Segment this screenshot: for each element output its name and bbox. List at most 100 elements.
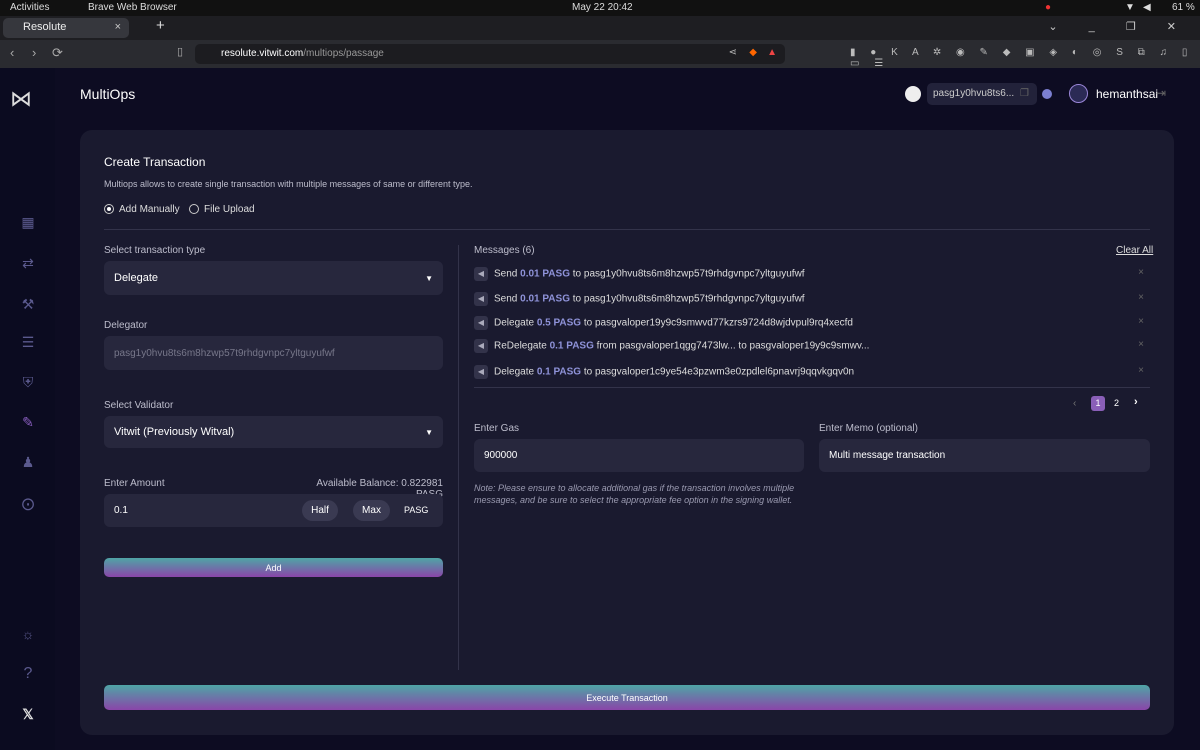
memo-input[interactable]: Multi message transaction: [819, 439, 1150, 472]
gas-value: 900000: [484, 450, 518, 461]
close-tab-icon[interactable]: ×: [115, 21, 121, 33]
column-divider: [458, 245, 459, 670]
os-topbar: Activities Brave Web Browser May 22 20:4…: [0, 0, 1200, 16]
message-type-icon: ◀: [474, 267, 488, 281]
lightbulb-icon[interactable]: ☼: [18, 626, 38, 642]
amount-label: Enter Amount: [104, 478, 165, 489]
message-type-icon: ◀: [474, 339, 488, 353]
help-icon[interactable]: ?: [18, 665, 38, 683]
prev-page-button[interactable]: ‹: [1073, 398, 1076, 409]
execute-transaction-button[interactable]: Execute Transaction: [104, 685, 1150, 710]
reload-icon[interactable]: ⟳: [52, 45, 63, 61]
resolute-logo-icon[interactable]: ⋈: [10, 86, 32, 112]
message-amount: 0.1 PASG: [549, 340, 594, 352]
activities-button[interactable]: Activities: [10, 2, 49, 13]
message-detail: to pasg1y0hvu8ts6m8hzwp57t9rhdgvnpc7yltg…: [572, 293, 805, 305]
back-icon[interactable]: ‹: [10, 45, 14, 60]
address-bar[interactable]: resolute.vitwit.com/multiops/passage ⋖ ◆…: [195, 44, 785, 64]
message-type-icon: ◀: [474, 365, 488, 379]
user-check-icon[interactable]: ♟: [18, 454, 38, 471]
clock[interactable]: May 22 20:42: [572, 2, 633, 13]
memo-value: Multi message transaction: [829, 450, 946, 461]
message-amount: 0.1 PASG: [536, 366, 582, 378]
half-button[interactable]: Half: [302, 500, 338, 521]
volume-icon: ◀: [1143, 2, 1151, 13]
messages-header: Messages (6): [474, 245, 535, 256]
amount-input[interactable]: 0.1: [104, 494, 443, 527]
shield-icon[interactable]: ⛨: [18, 374, 38, 391]
avatar[interactable]: [1069, 84, 1088, 103]
message-detail: to pasg1y0hvu8ts6m8hzwp57t9rhdgvnpc7yltg…: [572, 268, 805, 280]
forward-icon[interactable]: ›: [32, 45, 36, 60]
caret-down-icon: ▼: [425, 427, 433, 437]
remove-message-icon[interactable]: ×: [1138, 365, 1144, 376]
max-button[interactable]: Max: [353, 500, 390, 521]
tx-type-select[interactable]: Delegate ▼: [104, 261, 443, 295]
caret-down-icon: ▼: [425, 273, 433, 283]
radio-icon: [189, 204, 199, 215]
share-icon[interactable]: ⋖: [729, 47, 737, 58]
message-type: Send: [494, 293, 518, 305]
memo-label: Enter Memo (optional): [819, 423, 918, 434]
url-host: resolute.vitwit.com: [221, 48, 304, 59]
message-amount: 0.01 PASG: [520, 268, 570, 280]
page-title: MultiOps: [80, 86, 136, 102]
copy-icon[interactable]: ❐: [1020, 88, 1029, 99]
divider: [474, 387, 1150, 388]
brave-shields-icon[interactable]: ◆: [749, 47, 757, 58]
page-1-button[interactable]: 1: [1091, 396, 1105, 411]
radio-label: File Upload: [204, 204, 255, 215]
transfer-icon[interactable]: ⇄: [18, 255, 38, 272]
remove-message-icon[interactable]: ×: [1138, 292, 1144, 303]
next-page-button[interactable]: ›: [1134, 396, 1138, 408]
wifi-icon: ▼: [1125, 2, 1135, 13]
divider: [104, 229, 1150, 230]
more-icon[interactable]: ⊙: [18, 494, 38, 515]
brave-rewards-icon[interactable]: ▲: [767, 47, 777, 58]
network-icon[interactable]: [1042, 89, 1052, 99]
dashboard-icon[interactable]: ▦: [18, 214, 38, 231]
message-type: Delegate: [494, 366, 535, 378]
message-type: ReDelegate: [494, 340, 547, 352]
tab-resolute[interactable]: Resolute ×: [3, 18, 129, 38]
tab-title: Resolute: [23, 21, 67, 33]
message-amount: 0.01 PASG: [520, 293, 570, 305]
gavel-icon[interactable]: ⚒: [18, 296, 38, 313]
x-logo-icon[interactable]: 𝕏: [18, 706, 38, 723]
page-2-button[interactable]: 2: [1114, 398, 1119, 408]
radio-icon: [104, 204, 114, 215]
form-title: Create Transaction: [104, 155, 206, 169]
message-item: ◀ ReDelegate 0.1 PASG from pasgvaloper1qg…: [474, 339, 1150, 353]
new-tab-button[interactable]: +: [156, 17, 165, 34]
window-controls[interactable]: ⌄ _ ❐ ✕: [1048, 20, 1190, 33]
tx-type-label: Select transaction type: [104, 245, 206, 256]
extensions-icons[interactable]: ▮ ● K A ✲ ◉ ✎ ◆ ▣ ◈ ◐ ◎ S ⧉ ♫ ▯ ▭ ☰: [850, 47, 1200, 69]
gas-note: Note: Please ensure to allocate addition…: [474, 483, 795, 505]
form-description: Multiops allows to create single transac…: [104, 179, 473, 189]
multiops-icon[interactable]: ✎: [18, 414, 38, 431]
remove-message-icon[interactable]: ×: [1138, 267, 1144, 278]
radio-label: Add Manually: [119, 204, 180, 215]
select-value: Vitwit (Previously Witval): [114, 426, 235, 438]
message-type: Delegate: [494, 317, 535, 329]
radio-file-upload[interactable]: File Upload: [189, 204, 255, 215]
remove-message-icon[interactable]: ×: [1138, 316, 1144, 327]
bookmark-icon[interactable]: ▯: [177, 45, 183, 58]
remove-message-icon[interactable]: ×: [1138, 339, 1144, 350]
gas-input[interactable]: 900000: [474, 439, 804, 472]
logout-icon[interactable]: ⇥: [1156, 86, 1166, 108]
add-button[interactable]: Add: [104, 558, 443, 577]
message-type-icon: ◀: [474, 292, 488, 306]
address-text: pasg1y0hvu8ts6...: [933, 88, 1015, 99]
wallet-icon[interactable]: [905, 86, 921, 102]
staking-icon[interactable]: ☰: [18, 334, 38, 351]
denom-label: PASG: [404, 505, 429, 515]
select-value: Delegate: [114, 272, 159, 284]
radio-add-manually[interactable]: Add Manually: [104, 204, 180, 215]
wallet-address[interactable]: pasg1y0hvu8ts6... ❐: [927, 83, 1037, 105]
delegator-field: pasg1y0hvu8ts6m8hzwp57t9rhdgvnpc7yltguyu…: [104, 336, 443, 370]
clear-all-button[interactable]: Clear All: [1116, 245, 1153, 256]
validator-select[interactable]: Vitwit (Previously Witval) ▼: [104, 416, 443, 448]
sidebar: ⋈ ▦ ⇄ ⚒ ☰ ⛨ ✎ ♟ ⊙ ☼ ? 𝕏: [0, 68, 55, 750]
message-item: ◀ Delegate 0.5 PASG to pasgvaloper19y9c9s…: [474, 316, 1150, 330]
